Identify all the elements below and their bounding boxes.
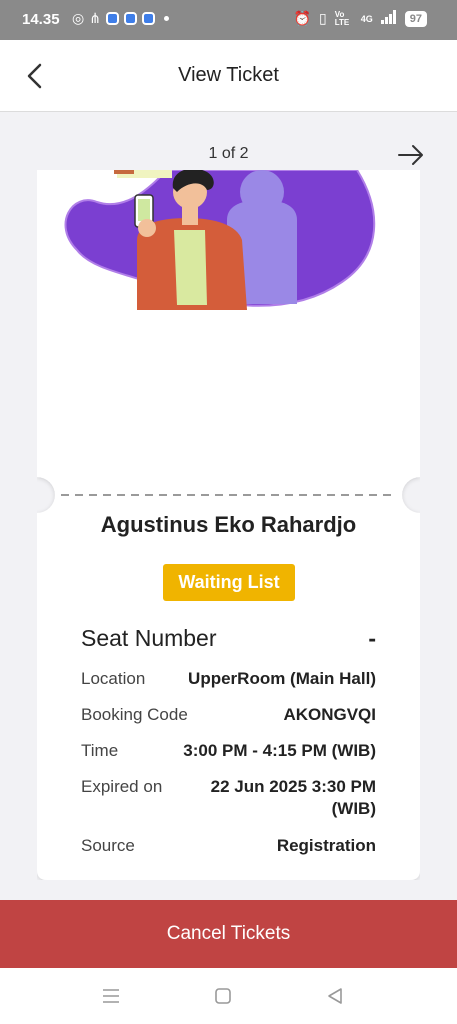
more-notifications-icon <box>163 16 169 21</box>
status-badge: Waiting List <box>163 564 295 601</box>
detail-label: Source <box>81 836 135 855</box>
detail-label: Location <box>81 669 146 688</box>
share-icon: ⋔ <box>89 10 101 26</box>
detail-value: 3:00 PM - 4:15 PM (WIB) <box>183 741 376 760</box>
detail-value: Registration <box>276 836 376 855</box>
notification-icons: ◎ ⋔ <box>72 10 169 27</box>
network-type: 4G <box>360 13 373 24</box>
detail-label: Expired on <box>81 777 163 796</box>
detail-label: Booking Code <box>81 705 188 724</box>
seat-number-value: - <box>368 625 376 651</box>
ticket-illustration <box>64 170 376 310</box>
detail-value: UpperRoom (Main Hall) <box>188 669 376 688</box>
app-notification-icon <box>105 12 119 25</box>
detail-value: AKONGVQI <box>283 705 376 724</box>
battery-indicator: 97 <box>404 10 427 27</box>
recent-apps-icon[interactable] <box>99 984 123 1008</box>
status-bar: 14.35 ◎ ⋔ ⏰ ▯ Vo LTE 4G 97 <box>0 0 457 40</box>
app-notification-icon <box>123 12 137 25</box>
detail-row-time: Time 3:00 PM - 4:15 PM (WIB) <box>81 741 376 761</box>
home-icon[interactable] <box>211 984 235 1008</box>
app-notification-icon <box>141 12 155 25</box>
app-header: View Ticket <box>0 40 457 112</box>
cancel-tickets-button[interactable]: Cancel Tickets <box>0 900 457 968</box>
ticket-pager: 1 of 2 <box>208 145 249 162</box>
detail-row-source: Source Registration <box>81 836 376 856</box>
detail-value: 22 Jun 2025 3:30 PM (WIB) <box>210 777 376 818</box>
detail-row-location: Location UpperRoom (Main Hall) <box>81 669 376 689</box>
next-arrow-icon[interactable] <box>396 142 426 168</box>
seat-number-label: Seat Number <box>81 625 217 651</box>
page-title: View Ticket <box>178 64 279 86</box>
signal-icon <box>380 10 397 27</box>
vibrate-icon: ▯ <box>319 10 327 26</box>
system-nav-bar <box>0 968 457 1024</box>
detail-row-booking-code: Booking Code AKONGVQI <box>81 705 376 725</box>
system-icons: ⏰ ▯ Vo LTE 4G 97 <box>294 10 427 27</box>
volte-indicator: Vo LTE <box>334 9 350 27</box>
alarm-icon: ⏰ <box>293 10 312 26</box>
back-icon[interactable] <box>323 984 347 1008</box>
status-time: 14.35 <box>22 11 60 28</box>
detail-label: Time <box>81 741 119 760</box>
attendee-name: Agustinus Eko Rahardjo <box>100 512 357 537</box>
whatsapp-icon: ◎ <box>72 10 85 26</box>
detail-row-expired-on: Expired on 22 Jun 2025 3:30 PM (WIB) <box>81 777 376 820</box>
